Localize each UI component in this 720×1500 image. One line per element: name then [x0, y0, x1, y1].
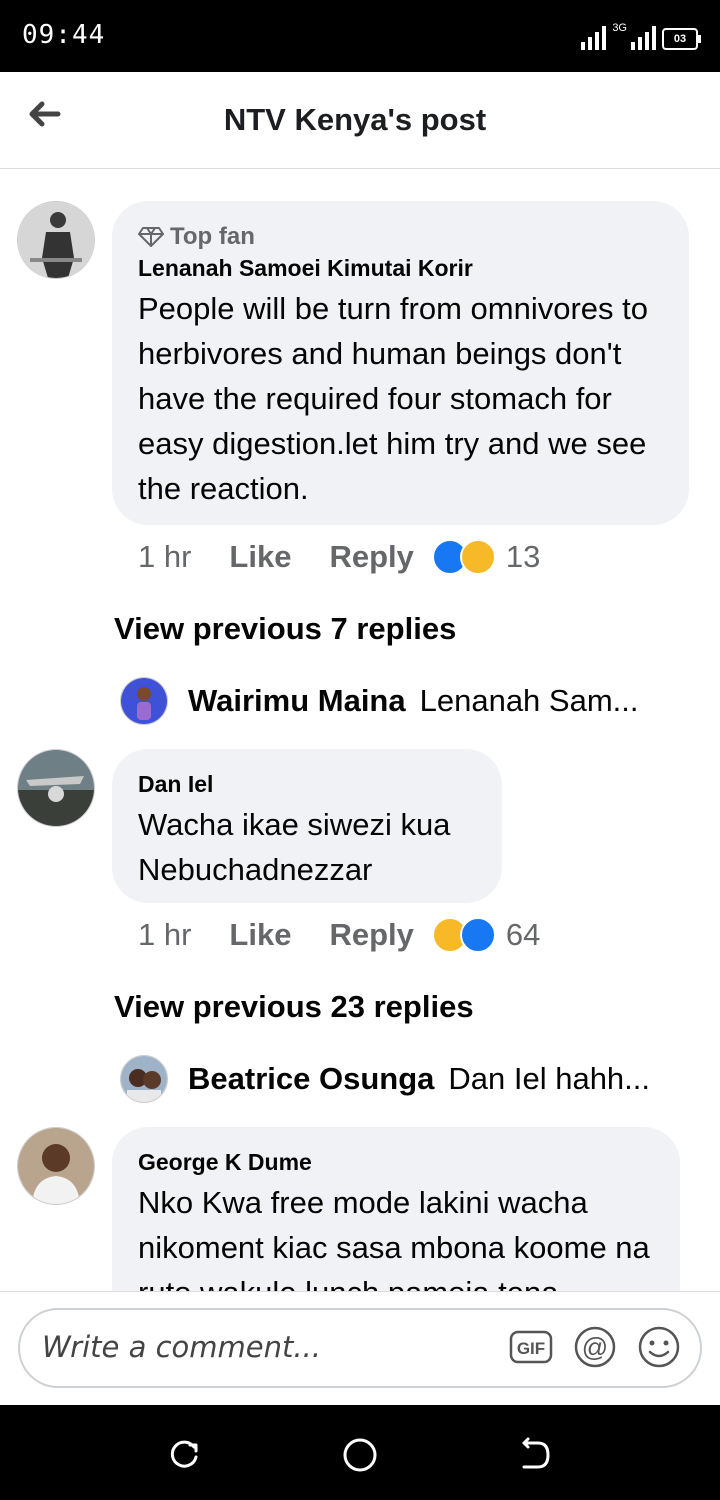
reply-preview[interactable]: Beatrice Osunga Dan Iel hahh...: [120, 1055, 650, 1103]
reaction-count: 64: [505, 917, 541, 952]
reply-button[interactable]: Reply: [329, 539, 413, 575]
gif-button[interactable]: GIF: [508, 1324, 554, 1370]
gif-icon: GIF: [509, 1330, 553, 1364]
comment-text: Wacha ikae siwezi kua Nebuchadnezzar: [138, 807, 451, 887]
back-nav-button[interactable]: [516, 1435, 556, 1475]
like-button[interactable]: Like: [229, 539, 291, 575]
avatar[interactable]: [17, 749, 95, 827]
comment-author[interactable]: Lenanah Samoei Kimutai Korir: [138, 255, 663, 282]
comment-bubble: George K Dume Nko Kwa free mode lakini w…: [112, 1127, 680, 1291]
signal-icon: [581, 26, 607, 50]
comment-bubble: Top fan Lenanah Samoei Kimutai Korir Peo…: [112, 201, 689, 525]
user-photo-icon: [18, 750, 94, 826]
home-button[interactable]: [340, 1435, 380, 1475]
status-time: 09:44: [22, 20, 106, 50]
haha-reaction-icon: [459, 539, 496, 575]
status-icons: 3G 03: [581, 22, 701, 50]
system-nav-bar: [0, 1405, 720, 1500]
like-reaction-icon: [459, 917, 496, 953]
reply-text: Dan Iel hahh...: [448, 1061, 651, 1096]
status-bar: 09:44 3G 03: [0, 0, 720, 72]
comment-author[interactable]: Dan Iel: [138, 771, 476, 798]
reactions[interactable]: [431, 917, 496, 953]
emoji-button[interactable]: [636, 1324, 682, 1370]
post-header: NTV Kenya's post: [0, 72, 720, 169]
mention-button[interactable]: @: [572, 1324, 618, 1370]
battery-icon: 03: [662, 28, 701, 50]
reply-text: Lenanah Sam...: [419, 683, 639, 718]
home-circle-icon: [343, 1438, 377, 1472]
nav-back-icon: [522, 1437, 550, 1469]
top-fan-badge: Top fan: [138, 223, 663, 251]
comment-placeholder: Write a comment...: [42, 1330, 321, 1364]
network-type: 3G: [612, 22, 627, 34]
reply-button[interactable]: Reply: [329, 917, 413, 953]
comment-composer: Write a comment... GIF @: [0, 1291, 720, 1406]
like-button[interactable]: Like: [229, 917, 291, 953]
avatar[interactable]: [17, 201, 95, 279]
avatar[interactable]: [17, 1127, 95, 1205]
recents-icon: [170, 1440, 198, 1468]
at-icon: @: [574, 1326, 616, 1368]
comment-actions: 1 hr Like Reply 64: [138, 917, 540, 953]
reply-author: Beatrice Osunga: [188, 1061, 435, 1096]
comment-input[interactable]: Write a comment... GIF @: [18, 1308, 702, 1388]
view-previous-replies[interactable]: View previous 7 replies: [114, 611, 456, 647]
comments-feed[interactable]: Top fan Lenanah Samoei Kimutai Korir Peo…: [0, 169, 720, 1291]
page-title: NTV Kenya's post: [223, 102, 487, 137]
user-photo-icon: [121, 678, 167, 724]
diamond-icon: [138, 227, 164, 247]
comment-author[interactable]: George K Dume: [138, 1149, 654, 1176]
reply-author: Wairimu Maina: [188, 683, 406, 718]
comment-time[interactable]: 1 hr: [138, 539, 191, 575]
comment-text: People will be turn from omnivores to he…: [138, 291, 649, 506]
user-photo-icon: [121, 1056, 167, 1102]
reaction-count: 13: [505, 539, 541, 574]
cutoff-comment: [120, 169, 660, 175]
reactions[interactable]: [431, 539, 496, 575]
recents-button[interactable]: [164, 1435, 204, 1475]
signal-icon-2: [631, 26, 656, 50]
avatar: [120, 1055, 168, 1103]
badge-label: Top fan: [170, 223, 255, 250]
svg-text:@: @: [582, 1332, 608, 1362]
comment-time[interactable]: 1 hr: [138, 917, 191, 953]
svg-text:GIF: GIF: [517, 1339, 545, 1358]
user-photo-icon: [18, 1128, 94, 1204]
comment-bubble: Dan Iel Wacha ikae siwezi kua Nebuchadne…: [112, 749, 502, 903]
comment-text: Nko Kwa free mode lakini wacha nikoment …: [138, 1185, 650, 1291]
comment-actions: 1 hr Like Reply 13: [138, 539, 540, 575]
avatar: [120, 677, 168, 725]
smiley-icon: [638, 1326, 680, 1368]
user-photo-icon: [18, 202, 94, 278]
view-previous-replies[interactable]: View previous 23 replies: [114, 989, 474, 1025]
reply-preview[interactable]: Wairimu Maina Lenanah Sam...: [120, 677, 639, 725]
